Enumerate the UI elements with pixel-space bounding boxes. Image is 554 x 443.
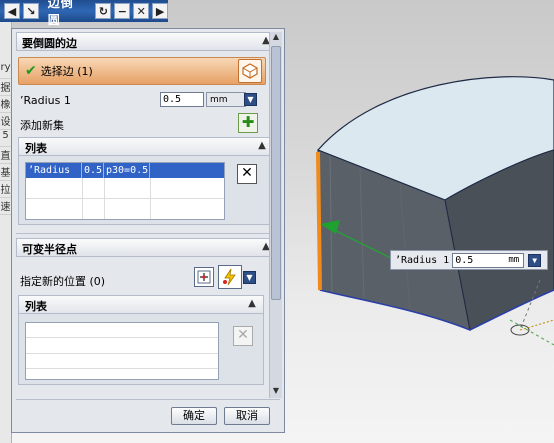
point-list-box: 列表 ▲ ✕	[18, 295, 264, 385]
expand-arrow-icon[interactable]: ▶	[152, 3, 169, 19]
strip-text: ry	[0, 62, 11, 79]
remove-point-icon: ✕	[233, 326, 253, 346]
float-radius-field[interactable]: 0.5 mm	[452, 252, 525, 268]
strip-text: 直	[0, 147, 11, 164]
dialog-titlebar[interactable]: ◀ ↘ 边倒圆 ↻ − ✕ ▶	[0, 0, 169, 27]
edge-list-box: 列表 ▲ ’Radius 1 0.5 p30=0.5 ✕	[18, 137, 274, 225]
point-list-table[interactable]	[25, 322, 219, 380]
table-grid	[26, 178, 224, 219]
footer-divider	[16, 399, 280, 400]
checkmark-icon: ✔	[25, 63, 37, 79]
variable-group-header[interactable]: 可变半径点 ▲	[16, 238, 278, 257]
list-header-title: 列表	[25, 142, 47, 155]
float-radius-value[interactable]: 0.5	[455, 255, 473, 266]
dialog-menu-icon[interactable]: ↘	[22, 3, 39, 19]
point-type-dropdown-icon[interactable]: ▼	[243, 271, 256, 284]
table-row[interactable]: ’Radius 1 0.5 p30=0.5	[26, 163, 224, 191]
edge-list-header[interactable]: 列表 ▲	[19, 138, 273, 156]
minimize-icon[interactable]: −	[114, 3, 131, 19]
edge-group-title: 要倒圆的边	[22, 37, 77, 50]
scroll-thumb[interactable]	[271, 46, 281, 300]
radius-dropdown-icon[interactable]: ▼	[244, 93, 257, 106]
close-icon[interactable]: ✕	[133, 3, 150, 19]
select-edge-row[interactable]: ✔ 选择边 (1)	[18, 57, 266, 85]
list-header-title: 列表	[25, 300, 47, 313]
add-new-set-icon[interactable]: ✚	[238, 113, 258, 133]
chevron-up-icon[interactable]: ▲	[245, 297, 259, 311]
edge-group-header[interactable]: 要倒圆的边 ▲	[16, 32, 278, 51]
selected-edge[interactable]	[316, 151, 322, 291]
strip-text: 据	[0, 79, 11, 96]
point-list-header[interactable]: 列表 ▲	[19, 296, 263, 314]
chevron-up-icon[interactable]: ▲	[255, 139, 269, 153]
strip-text: 拉	[0, 181, 11, 198]
table-grid	[26, 323, 218, 379]
variable-group-title: 可变半径点	[22, 243, 77, 256]
unit-select[interactable]	[206, 92, 246, 107]
reset-icon[interactable]: ↻	[95, 3, 112, 19]
radius-label: ’Radius 1	[20, 94, 71, 107]
cancel-button[interactable]: 取消	[224, 407, 270, 425]
select-edge-label: 选择边 (1)	[40, 65, 93, 78]
row-blank	[150, 163, 224, 178]
strip-text: 基	[0, 164, 11, 181]
row-value: 0.5	[84, 163, 104, 178]
dialog-title: 边倒圆	[47, 0, 74, 27]
row-name: ’Radius 1	[26, 163, 82, 191]
strip-text: 橡	[0, 96, 11, 113]
float-radius-label: ’Radius 1	[395, 254, 450, 266]
ok-button[interactable]: 确定	[171, 407, 217, 425]
dialog-scrollbar[interactable]: ▲ ▼	[269, 32, 282, 398]
edge-blend-dialog: 要倒圆的边 ▲ ✔ 选择边 (1) ’Radius 1 0.5 mm ▼ 添加新…	[11, 28, 285, 433]
back-arrow-icon[interactable]: ◀	[4, 3, 20, 19]
radius-onscreen-input[interactable]: ’Radius 1 0.5 mm ▼	[390, 250, 548, 270]
strip-text: 5	[0, 130, 11, 147]
section-divider	[16, 233, 280, 234]
radius-input[interactable]: 0.5	[160, 92, 204, 107]
point-dialog-icon[interactable]	[194, 267, 214, 287]
radius-value[interactable]: 0.5	[163, 94, 181, 105]
float-radius-dropdown-icon[interactable]: ▼	[528, 253, 542, 267]
strip-text: 设	[0, 113, 11, 130]
remove-row-icon[interactable]: ✕	[237, 164, 257, 184]
add-new-set-label: 添加新集	[20, 119, 64, 132]
row-expression: p30=0.5	[106, 163, 150, 178]
select-edge-cube-icon[interactable]	[238, 59, 262, 83]
float-radius-unit: mm	[508, 255, 520, 265]
inferred-point-lightning-icon[interactable]	[218, 265, 242, 289]
scroll-down-icon[interactable]: ▼	[270, 386, 282, 398]
strip-text: 速	[0, 198, 11, 215]
edge-list-table[interactable]: ’Radius 1 0.5 p30=0.5	[25, 162, 225, 220]
scroll-up-icon[interactable]: ▲	[270, 32, 282, 44]
new-location-label: 指定新的位置 (0)	[20, 275, 106, 288]
